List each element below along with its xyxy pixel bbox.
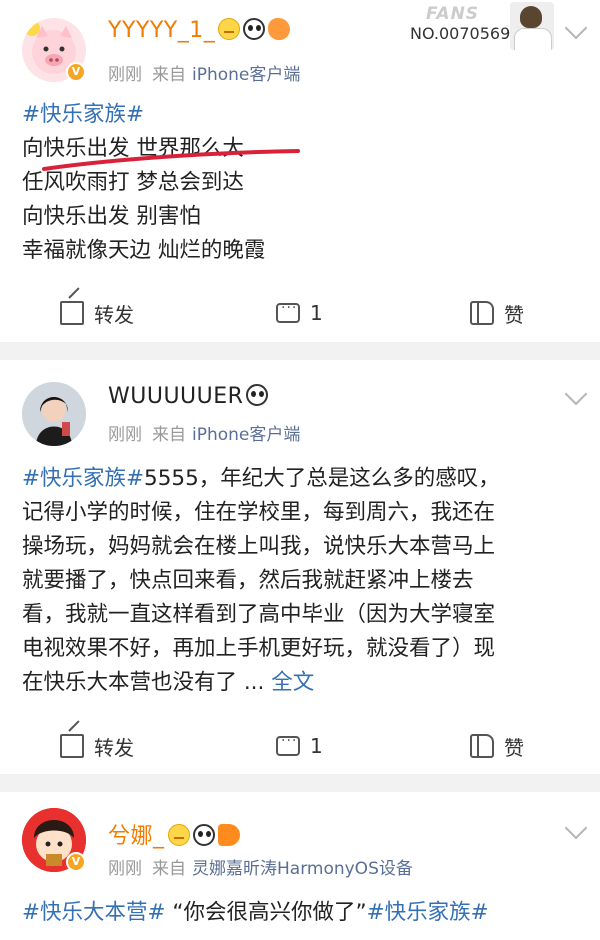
source-link[interactable]: 灵娜嘉昕涛HarmonyOS设备 [192, 859, 413, 879]
post-time: 刚刚 [108, 859, 142, 879]
comment-button[interactable]: 1 [276, 293, 323, 333]
panda-icon [246, 384, 269, 406]
post-line: 记得小学的时候，住在学校里，每到周六，我还在 [22, 500, 496, 525]
topic-link[interactable]: #快乐家族# [22, 98, 580, 132]
post-line: 电视效果不好，再加上手机更好玩，就没看了）现 [22, 636, 496, 661]
post-line: 在快乐大本营也没有了 ... [22, 670, 265, 695]
like-label: 赞 [504, 302, 524, 327]
panda-icon [192, 824, 215, 846]
comment-count: 1 [310, 301, 323, 325]
username[interactable]: WUUUUUER [108, 384, 269, 409]
post-meta: 刚刚 来自 iPhone客户端 [108, 60, 300, 85]
share-icon [60, 734, 84, 758]
post-meta: 刚刚 来自 iPhone客户端 [108, 420, 300, 445]
fans-figure-image [510, 2, 554, 50]
panda-icon [243, 18, 266, 40]
crown-icon [218, 18, 241, 40]
repost-label: 转发 [94, 302, 134, 327]
post-line: 向快乐出发 别害怕 [22, 204, 201, 229]
repost-button[interactable]: 转发 [60, 293, 134, 333]
username[interactable]: YYYYY_1_ [108, 18, 291, 43]
post-time: 刚刚 [108, 425, 142, 445]
post-body: #快乐家族#5555，年纪大了总是这么多的感叹， 记得小学的时候，住在学校里，每… [22, 462, 580, 700]
verified-badge-icon: V [66, 852, 86, 872]
post-body: #快乐家族# 向快乐出发 世界那么大 任风吹雨打 梦总会到达 向快乐出发 别害怕… [22, 98, 580, 268]
action-bar: 转发 1 赞 [0, 293, 600, 333]
thumbs-up-icon [470, 301, 494, 325]
expand-full-text-link[interactable]: 全文 [271, 670, 314, 695]
post-line: 看，我就一直这样看到了高中毕业（因为大学寝室 [22, 602, 496, 627]
topic-link[interactable]: #快乐大本营# [22, 900, 166, 925]
like-button[interactable]: 赞 [470, 293, 524, 333]
chevron-down-icon[interactable] [564, 382, 588, 406]
source-prefix: 来自 [152, 425, 186, 445]
repost-label: 转发 [94, 735, 134, 760]
post-line: 5555，年纪大了总是这么多的感叹， [144, 466, 500, 491]
topic-link[interactable]: #快乐家族# [22, 466, 144, 491]
post-line: 操场玩，妈妈就会在楼上叫我，说快乐大本营马上 [22, 534, 496, 559]
post-quote: “你会很高兴你做了” [165, 900, 367, 925]
thumbs-up-icon [470, 734, 494, 758]
share-icon [60, 301, 84, 325]
source-link[interactable]: iPhone客户端 [192, 425, 300, 445]
fish-icon [268, 18, 291, 40]
crown-icon [167, 824, 190, 846]
source-prefix: 来自 [152, 65, 186, 85]
action-bar: 转发 1 赞 [0, 726, 600, 766]
chevron-down-icon[interactable] [564, 16, 588, 40]
post-line: 幸福就像天边 灿烂的晚霞 [22, 238, 266, 263]
megaphone-icon [217, 824, 240, 846]
source-prefix: 来自 [152, 859, 186, 879]
post-body: #快乐大本营# “你会很高兴你做了”#快乐家族# [22, 896, 580, 930]
like-button[interactable]: 赞 [470, 726, 524, 766]
verified-badge-icon: V [66, 62, 86, 82]
fans-number: NO.0070569 [410, 24, 511, 43]
post-meta: 刚刚 来自 灵娜嘉昕涛HarmonyOS设备 [108, 854, 413, 879]
fans-tag: FANS [426, 4, 480, 24]
comment-icon [276, 300, 300, 323]
comment-count: 1 [310, 734, 323, 758]
girl-avatar-image [22, 382, 86, 446]
avatar[interactable] [22, 382, 86, 446]
post-time: 刚刚 [108, 65, 142, 85]
red-underline-mark [42, 149, 300, 171]
like-label: 赞 [504, 735, 524, 760]
source-link[interactable]: iPhone客户端 [192, 65, 300, 85]
post-card-3: V 兮娜_ 刚刚 来自 灵娜嘉昕涛HarmonyOS设备 #快乐大本营# “你会很高… [0, 792, 600, 940]
post-card-2: WUUUUUER 刚刚 来自 iPhone客户端 #快乐家族#5555，年纪大了总是… [0, 360, 600, 774]
post-line: 就要播了，快点回来看，然后我就赶紧冲上楼去 [22, 568, 474, 593]
comment-icon [276, 733, 300, 756]
repost-button[interactable]: 转发 [60, 726, 134, 766]
post-card-1: V YYYYY_1_ FANS NO.0070569 刚刚 来自 iPhone客户端… [0, 0, 600, 342]
username[interactable]: 兮娜_ [108, 818, 240, 850]
comment-button[interactable]: 1 [276, 726, 323, 766]
fans-badge[interactable]: FANS NO.0070569 [404, 0, 554, 54]
chevron-down-icon[interactable] [564, 816, 588, 840]
topic-link[interactable]: #快乐家族# [367, 900, 489, 925]
